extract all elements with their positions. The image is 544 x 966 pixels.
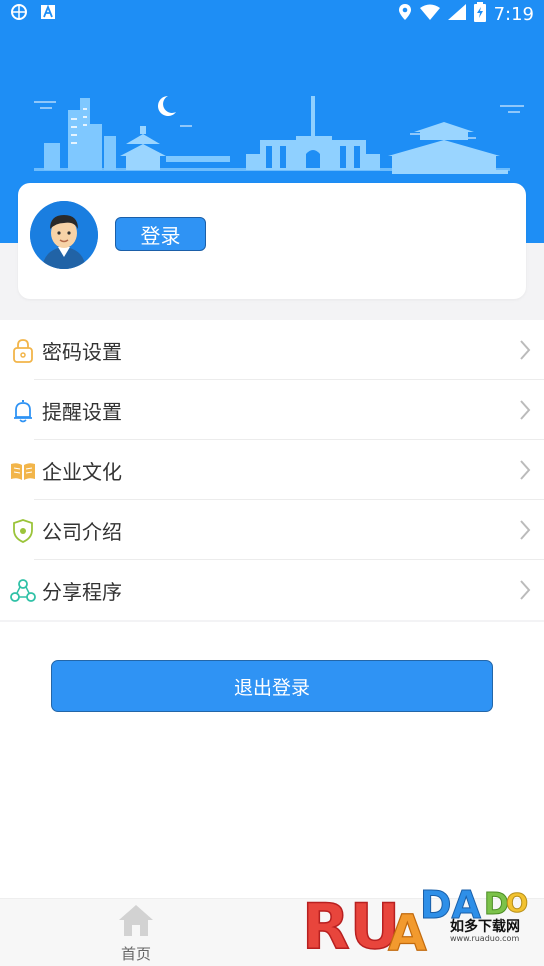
wifi-icon <box>419 4 440 25</box>
svg-text:O: O <box>506 889 528 919</box>
menu-item-company-intro[interactable]: 公司介绍 <box>0 500 544 560</box>
status-bar: 7:19 <box>0 0 544 28</box>
bell-icon <box>10 398 36 424</box>
profile-card: 登录 <box>18 183 526 299</box>
chevron-right-icon <box>518 338 532 362</box>
chevron-right-icon <box>518 398 532 422</box>
lock-icon <box>10 338 36 364</box>
shield-icon <box>10 518 36 544</box>
book-icon <box>10 458 36 484</box>
menu-item-share-app[interactable]: 分享程序 <box>0 560 544 620</box>
home-icon <box>117 903 155 941</box>
app-a-icon <box>40 4 56 24</box>
watermark-logo: RU A DA D O 如多下载网 www.ruaduo.com <box>300 870 544 966</box>
status-time: 7:19 <box>493 3 534 25</box>
share-icon <box>10 578 36 604</box>
menu-item-label: 分享程序 <box>42 579 122 604</box>
watermark-subtitle: 如多下载网 <box>450 919 520 935</box>
tab-home[interactable]: 首页 <box>110 903 162 963</box>
menu-item-reminder-settings[interactable]: 提醒设置 <box>0 380 544 440</box>
logout-button[interactable]: 退出登录 <box>51 660 493 712</box>
user-avatar-icon <box>30 201 98 269</box>
avatar[interactable] <box>30 201 98 269</box>
menu-item-label: 企业文化 <box>42 459 122 484</box>
app-notification-icon <box>10 3 28 25</box>
svg-text:RU: RU <box>302 890 400 963</box>
chevron-right-icon <box>518 578 532 602</box>
signal-icon <box>447 3 466 25</box>
location-icon <box>398 3 412 26</box>
menu-item-password-settings[interactable]: 密码设置 <box>0 320 544 380</box>
chevron-right-icon <box>518 518 532 542</box>
settings-menu: 密码设置 提醒设置 企业文化 公司介绍 分享程序 <box>0 320 544 620</box>
chevron-right-icon <box>518 458 532 482</box>
menu-item-label: 公司介绍 <box>42 519 122 544</box>
tab-home-label: 首页 <box>120 945 151 963</box>
menu-item-label: 提醒设置 <box>42 399 122 424</box>
menu-item-label: 密码设置 <box>42 339 122 364</box>
watermark-url: www.ruaduo.com <box>450 934 520 943</box>
menu-item-corporate-culture[interactable]: 企业文化 <box>0 440 544 500</box>
battery-icon <box>473 1 486 27</box>
login-button[interactable]: 登录 <box>115 217 206 251</box>
